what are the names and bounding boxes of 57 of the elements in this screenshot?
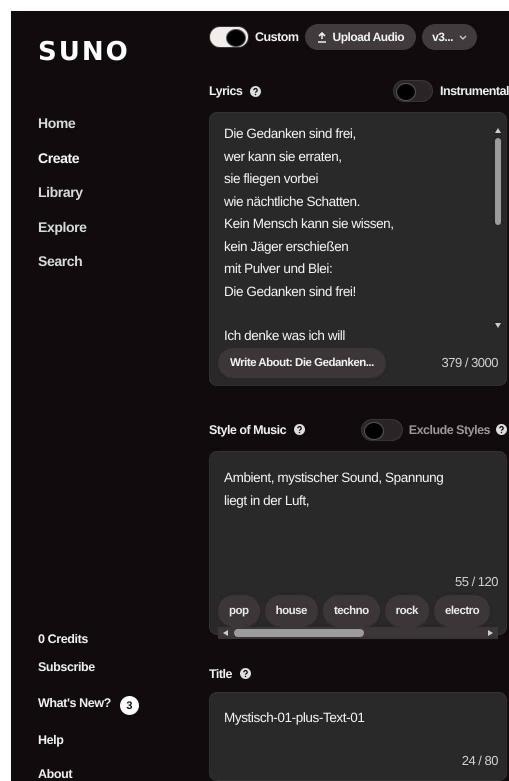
toggle-switch[interactable] bbox=[360, 418, 403, 441]
nav-link[interactable]: Explore bbox=[38, 218, 87, 253]
character-count: 24 / 80 bbox=[462, 753, 498, 768]
style-tag[interactable]: pop bbox=[218, 594, 260, 627]
upload-audio-button[interactable]: Upload Audio bbox=[304, 24, 416, 50]
version-dropdown[interactable]: v3... bbox=[422, 24, 477, 50]
lyric-line: Kein Mensch kann sie wissen, bbox=[224, 215, 395, 233]
scroll-up-icon[interactable] bbox=[495, 127, 501, 133]
nav-link[interactable]: Library bbox=[38, 184, 83, 218]
lyric-line: wer kann sie erraten, bbox=[224, 148, 343, 166]
character-count: 379 / 3000 bbox=[442, 355, 498, 370]
character-count: 55 / 120 bbox=[455, 574, 498, 589]
style-text: Ambient, mystischer Sound, Spannung liegt in der Luft, bbox=[223, 468, 444, 510]
lyric-line: Ich denke was ich will bbox=[224, 327, 346, 345]
lyric-line: Die Gedanken sind frei, bbox=[224, 125, 357, 143]
instrumental-label: Instrumental bbox=[440, 84, 509, 98]
notification-badge: 3 bbox=[120, 696, 139, 715]
title-label: Title bbox=[209, 666, 232, 681]
nav-link[interactable]: Search bbox=[38, 253, 82, 288]
chevron-down-icon bbox=[458, 34, 467, 40]
upload-icon bbox=[316, 32, 327, 42]
toggle-switch[interactable] bbox=[209, 26, 249, 48]
help-icon[interactable] bbox=[294, 424, 306, 436]
scroll-down-icon[interactable] bbox=[495, 323, 501, 329]
help-icon[interactable] bbox=[496, 424, 507, 436]
nav-link[interactable]: Create bbox=[38, 150, 80, 184]
custom-label: Custom bbox=[255, 30, 299, 44]
lyric-line: kein Jäger erschießen bbox=[224, 238, 350, 256]
lyric-line: wie nächtliche Schatten. bbox=[224, 192, 361, 210]
style-tag[interactable]: house bbox=[264, 594, 318, 627]
credits-balance: 0 Credits bbox=[38, 632, 88, 646]
title-text: Mystisch-01-plus-Text-01 bbox=[224, 708, 366, 727]
style-tag[interactable]: rock bbox=[384, 594, 429, 627]
style-label: Style of Music bbox=[209, 422, 286, 437]
lyrics-label: Lyrics bbox=[209, 84, 242, 98]
help-link[interactable]: Help bbox=[38, 733, 64, 747]
about-link[interactable]: About bbox=[38, 767, 72, 781]
write-about-button[interactable]: Write About: Die Gedanken... bbox=[218, 348, 386, 378]
lyric-line: sie fliegen vorbei bbox=[224, 170, 320, 188]
subscribe-link[interactable]: Subscribe bbox=[38, 660, 95, 674]
style-tag[interactable]: techno bbox=[322, 594, 380, 627]
lyrics-field[interactable] bbox=[209, 112, 507, 386]
logo[interactable]: SUNO bbox=[38, 37, 200, 67]
lyric-line: mit Pulver und Blei: bbox=[224, 260, 334, 278]
help-icon[interactable] bbox=[250, 86, 262, 96]
lyric-line: Die Gedanken sind frei! bbox=[224, 282, 357, 300]
whats-new-link[interactable]: What's New? bbox=[38, 696, 111, 710]
nav-link[interactable]: Home bbox=[38, 115, 76, 150]
toggle-switch[interactable] bbox=[392, 80, 433, 102]
help-icon[interactable] bbox=[240, 668, 251, 680]
scroll-right-icon[interactable] bbox=[488, 630, 494, 636]
style-tag[interactable]: electro bbox=[434, 594, 490, 627]
title-field[interactable]: Mystisch-01-plus-Text-01 24 / 80 bbox=[209, 692, 507, 781]
exclude-styles-label: Exclude Styles bbox=[408, 422, 490, 437]
scrollbar-thumb[interactable] bbox=[495, 138, 501, 225]
scroll-left-icon[interactable] bbox=[222, 630, 228, 636]
scrollbar-thumb[interactable] bbox=[234, 628, 364, 637]
